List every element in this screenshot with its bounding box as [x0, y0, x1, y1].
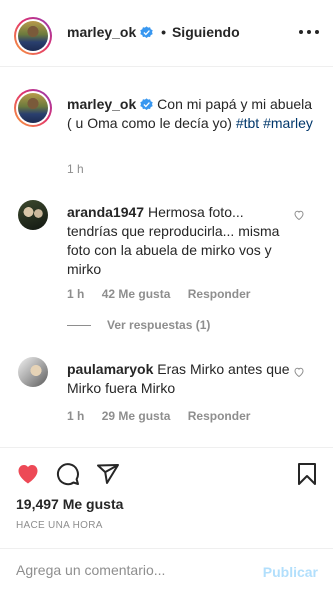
comment-time[interactable]: 1 h [67, 287, 84, 301]
following-button[interactable]: Siguiendo [172, 24, 240, 40]
reply-button[interactable]: Responder [188, 287, 251, 301]
header-user-line: marley_ok • Siguiendo [67, 24, 240, 40]
caption-time[interactable]: 1 h [67, 162, 84, 176]
publish-button[interactable]: Publicar [263, 564, 318, 580]
bookmark-icon[interactable] [295, 462, 319, 486]
more-horizontal-icon[interactable] [299, 24, 319, 40]
share-icon[interactable] [96, 462, 120, 486]
comment-2: paulamaryok Eras Mirko antes que Mirko f… [67, 360, 297, 398]
comment-input[interactable] [16, 562, 246, 578]
post-header: marley_ok • Siguiendo [0, 0, 333, 67]
view-replies-button[interactable]: Ver respuestas (1) [67, 318, 210, 332]
comment-1: aranda1947 Hermosa foto... tendrías que … [67, 203, 297, 279]
header-separator: • [161, 24, 167, 40]
header-username[interactable]: marley_ok [67, 24, 136, 40]
hashtag-marley[interactable]: #marley [263, 115, 313, 131]
heart-outline-icon[interactable] [293, 366, 305, 378]
replies-divider [67, 324, 91, 326]
caption-avatar[interactable] [14, 89, 52, 127]
commenter-avatar[interactable] [18, 200, 48, 230]
caption: marley_ok Con mi papá y mi abuela ( u Om… [67, 95, 317, 133]
comment-username[interactable]: aranda1947 [67, 204, 144, 220]
author-avatar[interactable] [14, 17, 52, 55]
comment-meta: 1 h 42 Me gusta Responder [67, 287, 264, 301]
reply-button[interactable]: Responder [188, 409, 251, 423]
hashtag-tbt[interactable]: #tbt [236, 115, 259, 131]
heart-outline-icon[interactable] [293, 209, 305, 221]
post-timestamp[interactable]: HACE UNA HORA [16, 520, 103, 531]
likes-count[interactable]: 19,497 Me gusta [16, 496, 123, 512]
verified-badge-icon [140, 26, 153, 39]
heart-filled-icon[interactable] [16, 462, 40, 486]
verified-badge-icon [140, 98, 153, 111]
comment-meta: 1 h 29 Me gusta Responder [67, 409, 264, 423]
add-comment-bar: Publicar [0, 548, 333, 591]
caption-username[interactable]: marley_ok [67, 96, 136, 112]
commenter-avatar[interactable] [18, 357, 48, 387]
comment-icon[interactable] [56, 462, 80, 486]
comment-likes[interactable]: 29 Me gusta [102, 409, 171, 423]
comment-likes[interactable]: 42 Me gusta [102, 287, 171, 301]
comment-time[interactable]: 1 h [67, 409, 84, 423]
view-replies-label: Ver respuestas (1) [107, 318, 211, 332]
comment-username[interactable]: paulamaryok [67, 361, 153, 377]
